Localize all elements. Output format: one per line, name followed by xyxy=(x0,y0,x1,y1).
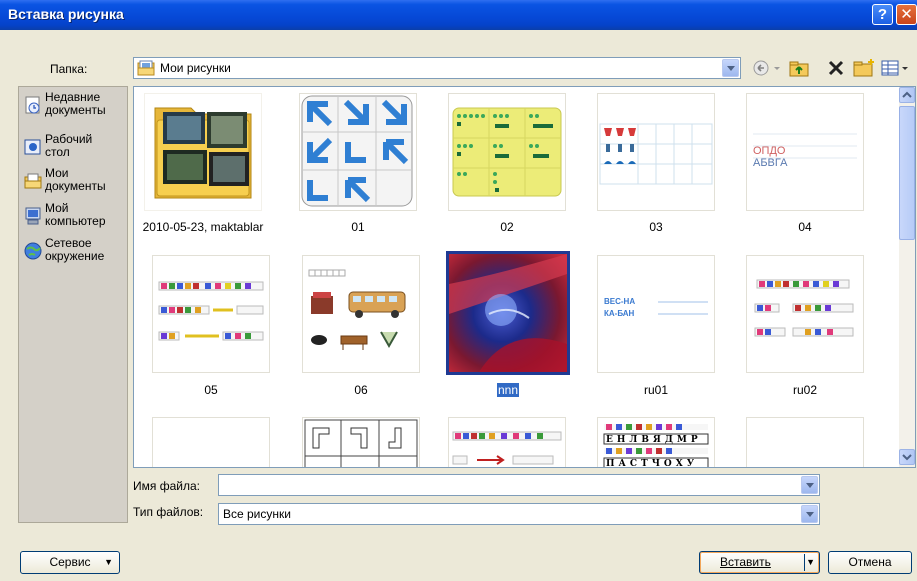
file-thumbnail[interactable] xyxy=(302,417,420,467)
recent-documents-icon xyxy=(25,96,40,114)
title-bar[interactable]: Вставка рисунка ? ✕ xyxy=(0,0,917,30)
folder-label: Папка: xyxy=(50,62,88,76)
thumb-letters-row1: ЕНЛВЯДМР xyxy=(606,435,702,445)
place-recent-documents[interactable]: Недавние документы xyxy=(21,91,127,133)
objects-thumbnail xyxy=(308,269,406,350)
chevron-down-icon xyxy=(902,454,912,461)
letter-grid-thumbnail: ЕНЛВЯДМР ПАСТЧОХУ xyxy=(603,424,709,468)
back-icon[interactable] xyxy=(752,58,782,78)
triangle-down-icon[interactable]: ▼ xyxy=(806,552,815,573)
arrows-thumbnail xyxy=(301,95,413,207)
grid-figures-thumbnail xyxy=(599,123,713,185)
folder-value: Мои рисунки xyxy=(160,61,231,75)
color-blocks-thumbnail xyxy=(754,279,854,337)
my-computer-icon xyxy=(25,207,41,225)
service-button[interactable]: Сервис ▼ xyxy=(20,551,120,574)
up-folder-icon[interactable] xyxy=(788,58,810,78)
dots-thumbnail xyxy=(452,107,562,197)
file-name[interactable]: ru02 xyxy=(730,383,880,397)
network-icon xyxy=(24,242,42,260)
file-thumbnail[interactable] xyxy=(448,417,566,467)
place-label: Недавние документы xyxy=(45,90,106,117)
sequence-thumbnail xyxy=(158,281,264,341)
new-folder-icon[interactable] xyxy=(852,58,876,78)
thumb-text-line1: ВЕС-НА xyxy=(604,297,635,306)
vertical-scrollbar[interactable] xyxy=(899,87,915,467)
file-thumbnail[interactable]: ОПДО АБВГА xyxy=(746,93,864,211)
file-name[interactable]: 01 xyxy=(283,220,433,234)
file-name[interactable]: 2010-05-23, maktablar xyxy=(134,220,278,234)
file-name[interactable]: 03 xyxy=(581,220,731,234)
chevron-down-icon[interactable] xyxy=(801,505,818,523)
chevron-down-icon[interactable] xyxy=(801,476,818,494)
desktop-icon xyxy=(24,139,41,155)
file-name[interactable]: 05 xyxy=(136,383,286,397)
file-thumbnail[interactable] xyxy=(152,417,270,467)
letters-thumbnail: ОПДО АБВГА xyxy=(753,133,857,169)
my-pictures-folder-icon xyxy=(137,60,155,76)
scroll-thumb[interactable] xyxy=(899,106,915,240)
filetype-select[interactable]: Все рисунки xyxy=(218,503,820,525)
cancel-label: Отмена xyxy=(848,555,892,569)
file-list-view[interactable]: 2010-05-23, maktablar 01 02 03 ОПДО АБВГ… xyxy=(133,86,916,468)
abstract-photo-thumbnail xyxy=(449,254,567,372)
file-thumbnail[interactable]: ВЕС-НА КА-БАН xyxy=(597,255,715,373)
thumb-text-line1: ОПДО xyxy=(753,145,786,157)
file-thumbnail[interactable]: ЕНЛВЯДМР ПАСТЧОХУ xyxy=(597,417,715,468)
service-label: Сервис xyxy=(49,555,91,569)
scroll-up-button[interactable] xyxy=(899,87,915,103)
file-thumbnail[interactable] xyxy=(448,93,566,211)
thumb-text-line2: КА-БАН xyxy=(604,309,635,318)
file-thumbnail-selected[interactable] xyxy=(446,251,570,375)
chevron-up-icon xyxy=(902,91,912,98)
places-bar: Недавние документы Рабочий стол Мои доку… xyxy=(18,86,128,523)
syllables-thumbnail: ВЕС-НА КА-БАН xyxy=(604,297,708,318)
file-name[interactable]: ru01 xyxy=(581,383,731,397)
file-thumbnail[interactable] xyxy=(144,93,262,211)
file-thumbnail[interactable] xyxy=(302,255,420,373)
place-label: Сетевое окружение xyxy=(45,236,105,263)
split-divider xyxy=(804,554,805,571)
chevron-down-icon[interactable] xyxy=(722,59,739,77)
views-icon[interactable] xyxy=(880,58,910,78)
file-thumbnail[interactable] xyxy=(597,93,715,211)
filetype-value: Все рисунки xyxy=(223,507,291,521)
place-network[interactable]: Сетевое окружение xyxy=(21,237,127,279)
insert-label: Вставить xyxy=(720,555,771,569)
file-thumbnail[interactable] xyxy=(746,255,864,373)
window-title: Вставка рисунка xyxy=(8,6,124,22)
cancel-button[interactable]: Отмена xyxy=(828,551,912,574)
file-thumbnail[interactable] xyxy=(152,255,270,373)
help-button[interactable]: ? xyxy=(872,4,893,25)
my-documents-icon xyxy=(24,173,42,189)
scroll-down-button[interactable] xyxy=(899,449,915,465)
delete-icon[interactable] xyxy=(826,58,846,78)
insert-picture-dialog: Вставка рисунка ? ✕ Папка: Мои рисунки Н… xyxy=(0,0,917,581)
place-label: Рабочий стол xyxy=(45,132,93,159)
triangle-down-icon: ▼ xyxy=(104,557,113,567)
close-button[interactable]: ✕ xyxy=(896,4,917,25)
file-thumbnail[interactable] xyxy=(299,93,417,211)
thumb-text-line2: АБВГА xyxy=(753,157,788,169)
filename-label: Имя файла: xyxy=(133,479,200,493)
file-name[interactable]: 02 xyxy=(432,220,582,234)
thumb-letters-row2: ПАСТЧОХУ xyxy=(606,459,698,468)
place-label: Мой компьютер xyxy=(45,201,106,228)
filename-input[interactable] xyxy=(218,474,820,496)
file-thumbnail[interactable] xyxy=(746,417,864,467)
filetype-label: Тип файлов: xyxy=(133,505,204,519)
insert-button[interactable]: Вставить ▼ xyxy=(699,551,820,574)
folder-combo[interactable]: Мои рисунки xyxy=(133,57,741,79)
file-name-selected[interactable]: nnn xyxy=(433,383,583,397)
shapes-thumbnail xyxy=(304,419,418,467)
file-name[interactable]: 06 xyxy=(286,383,436,397)
arrow-sequence-thumbnail xyxy=(452,431,562,465)
place-label: Мои документы xyxy=(45,166,106,193)
file-name[interactable]: 04 xyxy=(730,220,880,234)
folder-icon xyxy=(154,107,252,199)
